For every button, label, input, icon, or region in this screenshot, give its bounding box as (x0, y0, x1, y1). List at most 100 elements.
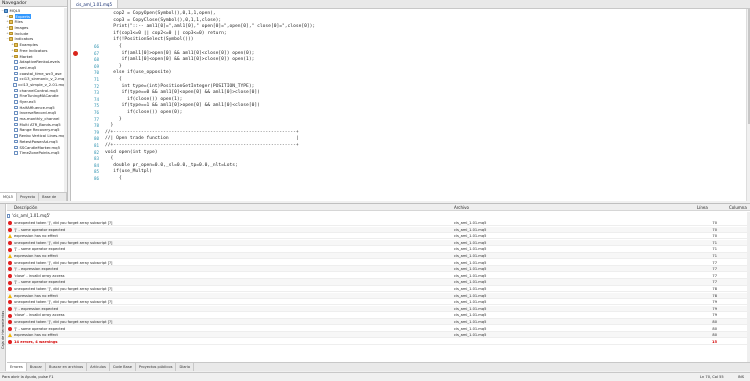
error-row[interactable]: unexpected token ']', did you forget arr… (7, 286, 750, 293)
navigator-panel: Navegador − MQL5 + Experts + Files + Images + Inc… (0, 0, 68, 207)
error-row[interactable]: unexpected token ']', did you forget arr… (7, 260, 750, 266)
code-line: } (105, 63, 122, 69)
error-icon (8, 240, 12, 245)
file-icon (14, 117, 18, 121)
error-row[interactable]: '[' - some operator expected cis_aml_1.01… (7, 279, 750, 286)
folder-icon (9, 26, 13, 30)
navigator-tab[interactable]: MQL5 (0, 193, 17, 201)
error-row[interactable]: expression has no effect cis_aml_1.01.mq5… (7, 233, 750, 240)
error-line: 70 (712, 234, 717, 239)
line-number: 73 (93, 90, 99, 96)
toolbox-side-title: Caja de Herramientas (1, 310, 5, 349)
editor-body[interactable]: 66 67 68 69 70 71 72 73 74 75 76 77 78 79 80 81 82 83 84 85… (71, 9, 746, 201)
line-number: 79 (93, 129, 99, 135)
code-line: int type=(int)PositionGetInteger(POSITIO… (105, 83, 255, 89)
error-row[interactable]: unexpected token ']', did you forget arr… (7, 299, 750, 306)
toolbox-tab[interactable]: Buscar (27, 363, 47, 371)
error-icon (8, 260, 12, 265)
file-icon (14, 71, 18, 76)
navigator-scrollbar[interactable] (64, 8, 67, 192)
error-description: ')' - expression expected (14, 306, 59, 311)
error-row[interactable]: expression has no effect cis_aml_1.01.mq5… (7, 292, 750, 299)
error-row[interactable]: expression has no effect cis_aml_1.01.mq5… (7, 332, 750, 339)
code-line: else if(use_opposite) (105, 70, 172, 76)
compiled-file-name: 'cis_aml_1.01.mq5' (12, 213, 51, 218)
error-description: '[' - some operator expected (14, 280, 66, 285)
code-line: { (105, 44, 122, 49)
error-description: 'close' - invalid array access (14, 273, 65, 278)
error-file: cis_aml_1.01.mq5 (454, 260, 487, 265)
file-icon (13, 134, 18, 138)
toolbox-tab[interactable]: Errores (7, 363, 27, 371)
error-row[interactable]: '[' - some operator expected cis_aml_1.01… (7, 246, 750, 253)
error-row[interactable]: 'close' - invalid array access cis_aml_1.… (7, 312, 750, 319)
code-line: { (105, 156, 114, 162)
error-line: 80 (712, 320, 717, 324)
error-icon (8, 247, 12, 252)
header-file[interactable]: Archivo (454, 204, 469, 211)
line-number: 83 (93, 156, 99, 162)
error-icon (8, 313, 12, 318)
error-row[interactable]: '[' - some operator expected cis_aml_1.01… (7, 226, 750, 233)
line-number: 71 (93, 77, 99, 82)
line-gutter: 66 67 68 69 70 71 72 73 74 75 76 77 78 79 80 81 82 83 84 85… (71, 9, 101, 201)
error-line: 70 (712, 227, 717, 232)
header-description[interactable]: Descripción (14, 204, 37, 211)
error-row[interactable]: '[' - some operator expected cis_aml_1.01… (7, 326, 750, 332)
error-file: cis_aml_1.01.mq5 (454, 306, 487, 311)
error-line: 77 (712, 273, 717, 278)
error-description: 'close' - invalid array access (14, 313, 65, 318)
toolbox-tab[interactable]: Diario (176, 363, 195, 371)
editor-scrollbar[interactable] (746, 9, 750, 201)
error-row[interactable]: unexpected token ']', did you forget arr… (7, 319, 750, 326)
error-file: cis_aml_1.01.mq5 (454, 293, 487, 298)
error-description: unexpected token ']', did you forget arr… (14, 320, 113, 324)
error-line: 78 (712, 293, 717, 298)
error-row[interactable]: 'close' - invalid array access cis_aml_1.… (7, 273, 750, 280)
error-row[interactable]: unexpected token ']', did you forget arr… (7, 239, 750, 247)
code-line: if(cop1<=0 || cop2<=0 || cop3<=0) return… (105, 30, 227, 36)
file-icon (14, 111, 18, 116)
folder-icon (14, 43, 18, 47)
toolbox-tab[interactable]: Proyectos públicos (136, 363, 177, 371)
navigator-tab[interactable]: Proyecto (17, 193, 40, 201)
folder-icon (4, 9, 8, 13)
code-line: double pr_open=0.0,_sl=0.0,_tp=0.0,_nlt=… (105, 162, 238, 168)
line-number: 78 (93, 123, 99, 129)
line-number: 76 (93, 110, 99, 115)
editor-scroll-thumb[interactable] (747, 9, 750, 125)
editor-tab-file[interactable]: cis_aml_1.01.mq5 (71, 0, 119, 8)
error-row[interactable]: ')' - expression expected cis_aml_1.01.mq… (7, 305, 750, 313)
summary-row[interactable]: 14 errors, 4 warnings155 (7, 339, 750, 346)
error-file: cis_aml_1.01.mq5 (454, 313, 487, 318)
line-number: 66 (93, 44, 99, 49)
error-icon (8, 320, 12, 325)
error-line: 77 (712, 260, 717, 265)
error-file: cis_aml_1.01.mq5 (454, 287, 487, 291)
toolbox-tab[interactable]: Buscar en archivos (46, 363, 88, 371)
code-line: } (105, 123, 114, 129)
line-number: 69 (93, 63, 99, 69)
line-number: 70 (93, 70, 99, 76)
header-line[interactable]: Línea (697, 204, 708, 211)
tree-item[interactable]: TimeZonePoints.mq5 (0, 150, 67, 156)
line-number: 84 (93, 162, 99, 168)
toolbox-tab[interactable]: Code Base (110, 363, 136, 371)
file-icon (14, 128, 18, 133)
error-description: ')' - expression expected (14, 267, 59, 272)
error-row[interactable]: unexpected token ']', did you forget arr… (7, 220, 750, 227)
code-line: Print("::-- aml1[0]=",aml1[0]," open[0]=… (105, 24, 316, 30)
file-icon (14, 77, 18, 81)
folder-icon (9, 20, 13, 25)
navigator-tree[interactable]: − MQL5 + Experts + Files + Images + Include − Indic… (0, 8, 67, 192)
header-column[interactable]: Columna (729, 204, 747, 211)
error-file: cis_aml_1.01.mq5 (454, 240, 487, 245)
tree-item-label: TimeZonePoints.mq5 (19, 150, 60, 156)
navigator-tab[interactable]: Base de Dat... (39, 193, 67, 207)
error-description: expression has no effect (14, 254, 58, 258)
error-row[interactable]: expression has no effect cis_aml_1.01.mq5… (7, 253, 750, 260)
folder-icon (14, 48, 18, 53)
error-row[interactable]: ')' - expression expected cis_aml_1.01.mq… (7, 266, 750, 273)
toolbox-tab[interactable]: Artículos (87, 363, 110, 371)
warning-icon (8, 333, 12, 338)
